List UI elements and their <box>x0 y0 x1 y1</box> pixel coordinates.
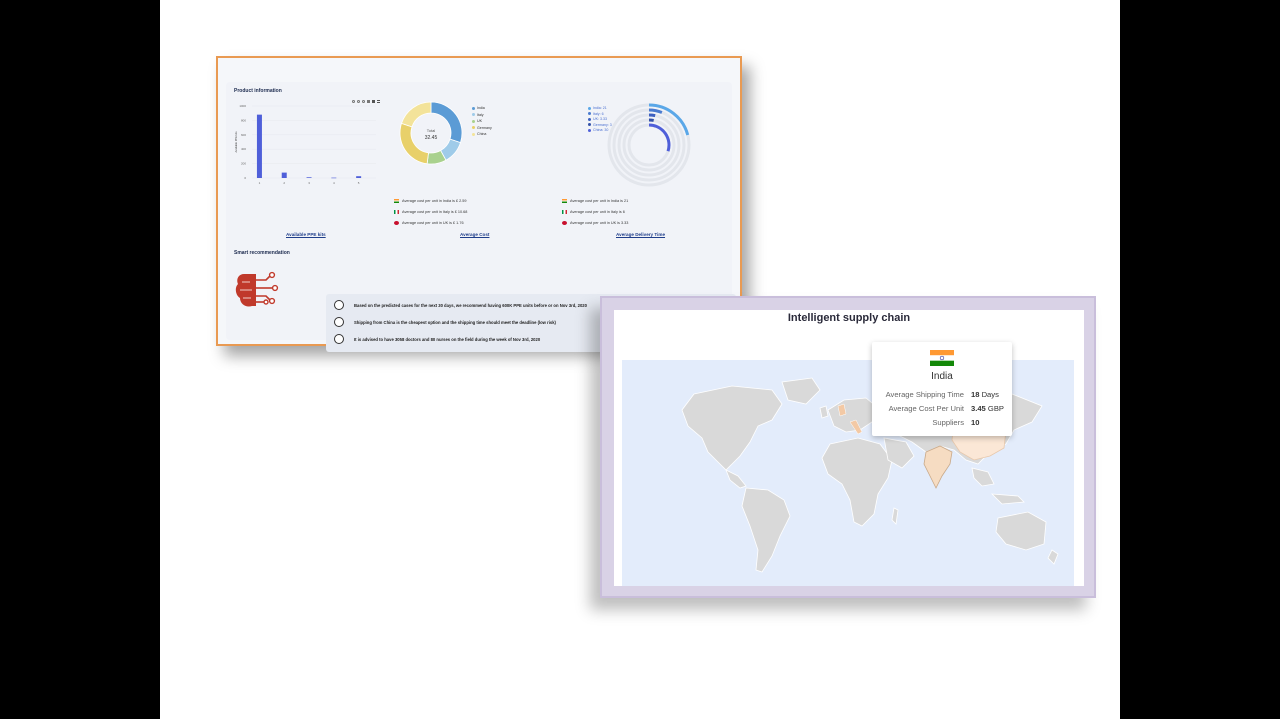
donut-center-value: 32.45 <box>425 135 438 141</box>
legend-item[interactable]: India: 21 <box>588 106 607 110</box>
cost-line-india: Average cost per unit in India is £ 2.59 <box>394 199 467 203</box>
legend-item[interactable]: UK <box>472 119 482 123</box>
bar <box>256 114 262 178</box>
avg-cost-donut-chart: Total 32.45 <box>399 101 463 165</box>
donut-slice <box>401 101 432 128</box>
y-axis-label: Available PPE kits <box>234 131 238 153</box>
bar <box>356 176 362 178</box>
x-tick-label: 3 <box>308 181 310 185</box>
radial-legend: India: 21 Italy: 6 UK: 3.33 Germany: 3 China… <box>588 106 628 146</box>
y-tick-label: 600 <box>241 133 246 137</box>
delivery-line-uk: Average cost per unit in UK is 3.33 <box>562 221 628 225</box>
y-tick-label: 400 <box>241 147 246 151</box>
cost-line-uk: Average cost per unit in UK is £ 1.76 <box>394 221 464 225</box>
legend-item[interactable]: Germany: 3 <box>588 123 612 127</box>
radial-arc <box>648 123 671 152</box>
slide: Product information 1000 800 600 400 200 0 Ava… <box>160 0 1120 719</box>
india-flag-icon <box>930 350 954 366</box>
donut-slice <box>399 122 429 165</box>
x-tick-label: 1 <box>259 181 261 185</box>
country-tooltip: India Average Shipping Time 18 Days Aver… <box>872 342 1012 436</box>
bar <box>281 172 287 178</box>
uk-flag-icon <box>394 221 399 225</box>
uk-flag-icon <box>562 221 567 225</box>
legend-item[interactable]: UK: 3.33 <box>588 117 607 121</box>
donut-legend: India Italy UK Germany China <box>472 106 502 142</box>
link-available-ppe[interactable]: Available PPE kits <box>286 232 326 237</box>
delivery-line-india: Average cost per unit in India is 21 <box>562 199 628 203</box>
cost-line-italy: Average cost per unit in Italy is £ 10.6… <box>394 210 467 214</box>
legend-item[interactable]: Italy <box>472 113 484 117</box>
map-title: Intelligent supply chain <box>787 312 911 324</box>
shipping-icon <box>334 317 344 327</box>
staff-icon <box>334 334 344 344</box>
recommendation-item: Based on the predicted cases for the nex… <box>334 298 587 312</box>
radial-track <box>622 118 676 172</box>
india-flag-icon <box>562 199 567 203</box>
bar <box>306 177 312 178</box>
legend-item[interactable]: Germany <box>472 126 492 130</box>
radial-arc <box>648 108 663 114</box>
map-panel: Intelligent supply chain India Average S… <box>614 310 1084 586</box>
x-tick-label: 4 <box>333 181 335 185</box>
person-icon <box>334 300 344 310</box>
italy-flag-icon <box>562 210 567 214</box>
y-tick-label: 200 <box>241 162 246 166</box>
india-region <box>923 445 953 489</box>
india-flag-icon <box>394 199 399 203</box>
x-tick-label: 5 <box>358 181 360 185</box>
legend-item[interactable]: China <box>472 132 486 136</box>
donut-center-label: Total <box>427 128 436 133</box>
italy-flag-icon <box>394 210 399 214</box>
y-tick-label: 0 <box>244 176 246 180</box>
link-average-cost[interactable]: Average Cost <box>460 232 489 237</box>
link-average-delivery[interactable]: Average Delivery Time <box>616 232 665 237</box>
legend-item[interactable]: India <box>472 106 485 110</box>
bar <box>331 177 337 179</box>
delivery-line-italy: Average cost per unit in Italy is 6 <box>562 210 625 214</box>
ppe-bar-chart: 1000 800 600 400 200 0 Available PPE kits 1 2 3 4 5 <box>234 104 376 185</box>
map-screenshot: Intelligent supply chain India Average S… <box>600 296 1096 598</box>
y-tick-label: 1000 <box>239 104 246 108</box>
recommendation-item: Shipping from China is the cheapest opti… <box>334 315 556 329</box>
ai-brain-icon <box>235 271 279 307</box>
y-tick-label: 800 <box>241 118 246 122</box>
legend-item[interactable]: Italy: 6 <box>588 112 604 116</box>
radial-arc <box>648 113 656 118</box>
smart-rec-title: Smart recommendation <box>234 250 290 256</box>
x-tick-label: 2 <box>283 181 285 185</box>
legend-item[interactable]: China: 30 <box>588 128 608 132</box>
recommendation-item: It is advised to have 3058 doctors and 8… <box>334 332 540 346</box>
tooltip-country: India <box>931 371 953 382</box>
product-info-title: Product information <box>234 88 282 94</box>
